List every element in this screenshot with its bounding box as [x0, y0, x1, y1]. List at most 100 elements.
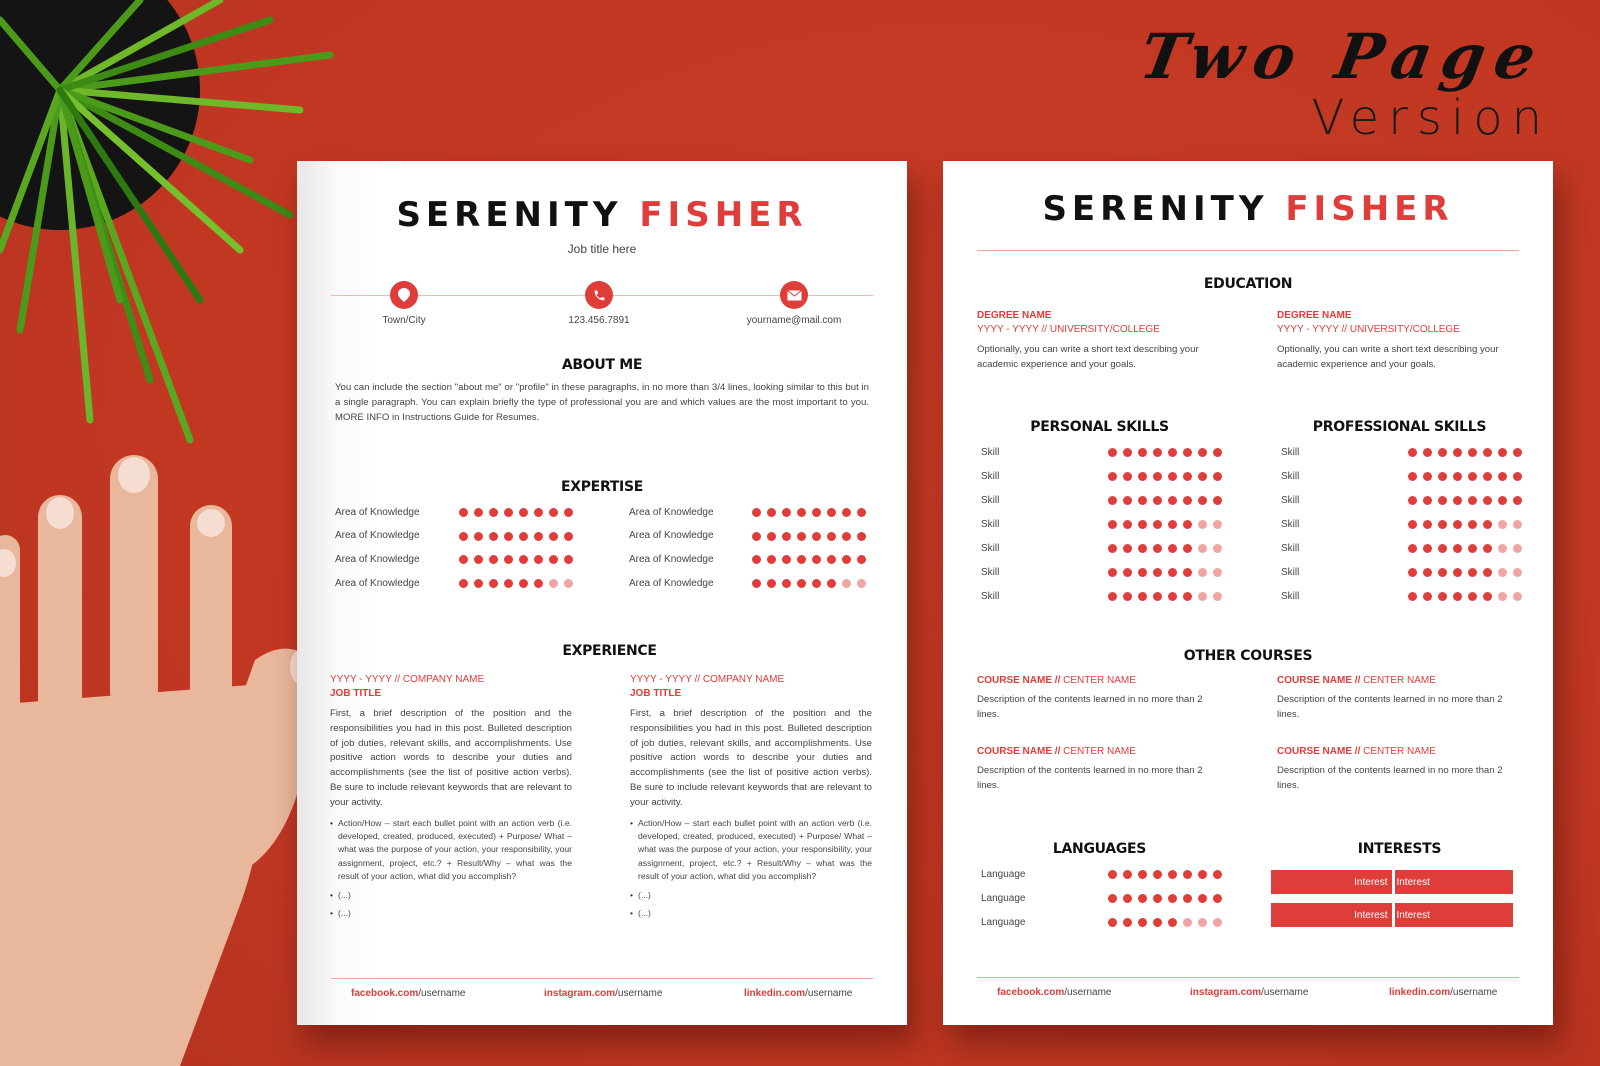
education-school: YYYY - YYYY // UNIVERSITY/COLLEGE [977, 324, 1160, 335]
rating-dot-filled [549, 508, 558, 517]
degree-name: DEGREE NAME [977, 310, 1052, 321]
facebook-link[interactable]: facebook.com/username [997, 987, 1112, 998]
rating-dot-filled [752, 508, 761, 517]
rating-dots [1408, 544, 1522, 553]
footer-divider [331, 978, 873, 979]
rating-dot-filled [1168, 918, 1177, 927]
rating-dot-filled [842, 555, 851, 565]
language-row-label: Language [981, 892, 1026, 904]
instagram-link[interactable]: instagram.com/username [544, 988, 662, 999]
plant-photo [0, 0, 334, 444]
linkedin-link[interactable]: linkedin.com/username [744, 988, 852, 999]
rating-dot-filled [1198, 496, 1207, 505]
language-row: Language [981, 867, 1222, 881]
rating-dot-filled [752, 555, 761, 565]
rating-dot-filled [1438, 472, 1447, 481]
course-name: COURSE NAME // CENTER NAME [977, 746, 1136, 757]
first-name: SERENITY [396, 195, 623, 235]
rating-dot-filled [1123, 520, 1132, 529]
interests-heading: INTERESTS [1357, 841, 1442, 857]
professional-skill-row-label: Skill [1281, 446, 1300, 458]
rating-dot-empty [1198, 520, 1207, 529]
professional-skill-row: Skill [1281, 517, 1522, 531]
rating-dot-filled [1123, 894, 1132, 903]
course-text: Description of the contents learned in n… [1277, 694, 1503, 720]
rating-dot-filled [1498, 448, 1507, 457]
education-text: Optionally, you can write a short text d… [1277, 344, 1499, 370]
resume-page-2: SERENITY FISHER EDUCATION DEGREE NAME YY… [943, 161, 1553, 1025]
experience-entry: YYYY - YYYY // COMPANY NAME JOB TITLE Fi… [630, 673, 872, 925]
rating-dot-filled [1198, 894, 1207, 903]
rating-dot-filled [504, 555, 513, 565]
course-text: Description of the contents learned in n… [1277, 765, 1503, 791]
rating-dot-empty [1213, 520, 1222, 529]
rating-dot-empty [1198, 568, 1207, 577]
rating-dot-filled [1138, 520, 1147, 529]
personal-skill-row-label: Skill [981, 446, 1000, 458]
rating-dot-empty [1183, 918, 1192, 927]
rating-dot-filled [1198, 448, 1207, 457]
rating-dot-filled [1108, 568, 1117, 577]
languages-heading: LANGUAGES [1052, 841, 1147, 857]
personal-skill-row-label: Skill [981, 470, 1000, 482]
contact-location: Town/City [324, 281, 484, 326]
rating-dots [752, 531, 866, 541]
professional-skill-row-label: Skill [1281, 494, 1300, 506]
envelope-icon [780, 281, 808, 309]
rating-dots [1108, 870, 1222, 879]
rating-dot-filled [1453, 472, 1462, 481]
rating-dot-filled [549, 555, 558, 565]
experience-bullet: (...) [630, 907, 872, 921]
personal-skill-row-label: Skill [981, 494, 1000, 506]
language-row-label: Language [981, 916, 1026, 928]
rating-dot-filled [549, 531, 558, 541]
resume-page-1: SERENITY FISHER Job title here Town/City… [297, 161, 907, 1025]
rating-dots [1408, 448, 1522, 457]
rating-dot-filled [782, 531, 791, 541]
personal-skill-row-label: Skill [981, 518, 1000, 530]
linkedin-link[interactable]: linkedin.com/username [1389, 987, 1497, 998]
rating-dot-filled [1108, 894, 1117, 903]
hand-shape [0, 455, 318, 1066]
course-entry: COURSE NAME // CENTER NAME Description o… [1277, 674, 1522, 723]
rating-dot-filled [1123, 568, 1132, 577]
rating-dot-filled [812, 508, 821, 517]
education-heading: EDUCATION [1203, 276, 1293, 292]
rating-dot-filled [474, 531, 483, 541]
experience-description: First, a brief description of the positi… [630, 708, 872, 808]
rating-dot-empty [1498, 544, 1507, 553]
instagram-link[interactable]: instagram.com/username [1190, 987, 1308, 998]
rating-dot-empty [1213, 568, 1222, 577]
experience-entry: YYYY - YYYY // COMPANY NAME JOB TITLE Fi… [330, 673, 572, 925]
hand-photo [0, 455, 318, 1066]
expertise-row-label: Area of Knowledge [335, 530, 420, 542]
rating-dot-empty [1498, 568, 1507, 577]
rating-dot-filled [857, 555, 866, 565]
rating-dot-filled [504, 579, 513, 589]
personal-skill-row: Skill [981, 517, 1222, 531]
name-divider [977, 250, 1519, 251]
rating-dot-filled [1108, 496, 1117, 505]
rating-dot-filled [1183, 592, 1192, 601]
professional-skill-row-label: Skill [1281, 518, 1300, 530]
rating-dot-filled [1153, 496, 1162, 505]
rating-dot-filled [1138, 894, 1147, 903]
rating-dots [1108, 918, 1222, 927]
rating-dot-filled [1483, 472, 1492, 481]
rating-dot-filled [1183, 870, 1192, 879]
rating-dot-filled [489, 555, 498, 565]
rating-dot-filled [1483, 568, 1492, 577]
rating-dot-empty [1513, 568, 1522, 577]
rating-dot-filled [797, 555, 806, 565]
rating-dot-filled [1423, 544, 1432, 553]
rating-dot-filled [1108, 544, 1117, 553]
rating-dot-filled [1123, 870, 1132, 879]
rating-dot-filled [564, 555, 573, 565]
rating-dot-filled [1468, 448, 1477, 457]
facebook-link[interactable]: facebook.com/username [351, 988, 466, 999]
courses-heading: OTHER COURSES [1183, 648, 1313, 664]
rating-dot-filled [1438, 568, 1447, 577]
rating-dot-filled [1513, 472, 1522, 481]
expertise-row-label: Area of Knowledge [629, 530, 714, 542]
rating-dot-filled [1453, 592, 1462, 601]
